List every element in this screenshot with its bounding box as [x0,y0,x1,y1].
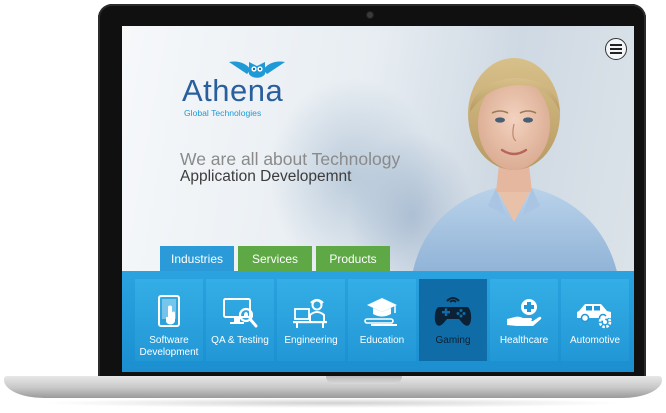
website-screen: Athena Global Technologies We are all ab… [122,26,634,372]
hero-subheadline: Application Developemnt [180,168,352,185]
tab-services[interactable]: Services [238,246,312,271]
graduation-cap-icon [364,298,397,326]
industry-label-engineering: Engineering [284,335,338,346]
industry-tile-engineering[interactable]: Engineering [277,279,345,361]
industry-label-gaming: Gaming [435,335,471,346]
industry-tile-healthcare[interactable]: Healthcare [490,279,558,361]
hamburger-menu-button[interactable] [605,38,627,60]
logo-tagline: Global Technologies [184,108,262,118]
industry-label-qa-testing: QA & Testing [211,335,269,346]
industry-tile-education[interactable]: Education [348,279,416,361]
tab-industries[interactable]: Industries [160,246,234,271]
hamburger-icon [610,44,622,54]
industry-label-line: Development [139,347,199,358]
tablet-touch-icon [158,295,180,327]
industry-label-healthcare: Healthcare [499,335,549,346]
industries-strip: Software Development QA & Testing Engine… [122,271,634,372]
gamepad-icon [434,297,472,326]
laptop-shadow [40,398,626,408]
hero-headline: We are all about Technology [180,149,401,169]
industry-label-line: Software [149,335,189,346]
tab-products[interactable]: Products [316,246,390,271]
industry-tile-automotive[interactable]: Automotive [561,279,629,361]
engineer-desk-icon [293,298,327,328]
hand-medical-cross-icon [507,299,542,326]
industry-tile-software-development[interactable]: Software Development [135,279,203,361]
logo-name: Athena [182,73,284,108]
industry-tile-qa-testing[interactable]: QA & Testing [206,279,274,361]
car-gear-icon [577,304,612,329]
industry-label-education: Education [359,335,405,346]
laptop-base-notch [326,376,402,384]
monitor-bug-icon [223,298,258,328]
industry-label-automotive: Automotive [569,335,621,346]
industry-label-software-development: Software Development [140,335,199,359]
industry-tile-gaming[interactable]: Gaming [419,279,487,361]
webcam [367,12,373,18]
woman-portrait-image [412,58,618,276]
